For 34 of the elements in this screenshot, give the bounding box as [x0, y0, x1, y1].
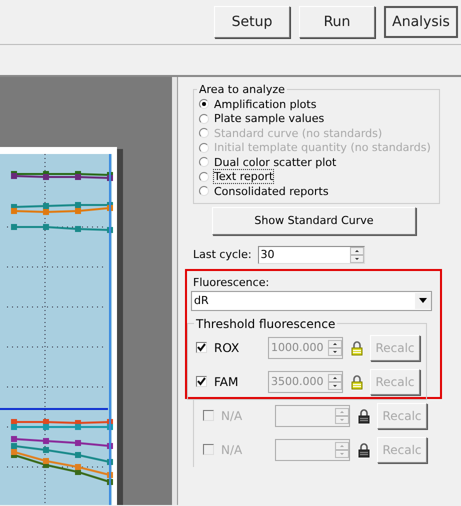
checkbox[interactable]: [196, 376, 207, 387]
threshold-value-field[interactable]: [275, 404, 350, 426]
show-standard-curve-button[interactable]: Show Standard Curve: [212, 206, 416, 234]
radio-button[interactable]: [199, 114, 209, 124]
radio-label[interactable]: Plate sample values: [214, 112, 324, 126]
group-title: Threshold fluorescence: [195, 316, 336, 330]
radio-label[interactable]: Text report: [214, 170, 274, 184]
threshold-value-field[interactable]: [275, 438, 350, 460]
checkbox[interactable]: [196, 342, 207, 353]
fluorescence-dropdown[interactable]: dR: [191, 290, 432, 310]
group-title: Area to analyze: [198, 83, 286, 96]
padlock-icon[interactable]: [358, 408, 370, 424]
toolbar-button[interactable]: Setup: [214, 6, 290, 38]
spin-arrows-icon[interactable]: [328, 374, 342, 390]
radio-button[interactable]: [199, 172, 209, 182]
dye-label: FAM: [214, 374, 240, 388]
dye-label: ROX: [214, 340, 240, 354]
radio-label[interactable]: Amplification plots: [214, 98, 316, 111]
dye-label: N/A: [221, 408, 244, 422]
radio-label[interactable]: Dual color scatter plot: [214, 156, 336, 169]
toolbar-button[interactable]: Analysis: [384, 6, 458, 38]
spin-arrows-icon[interactable]: [328, 340, 342, 356]
last-cycle-field[interactable]: 30: [258, 246, 365, 264]
dye-label: N/A: [221, 442, 244, 456]
toolbar-button[interactable]: Run: [299, 6, 375, 38]
spin-arrows-icon[interactable]: [350, 246, 364, 262]
padlock-icon[interactable]: [358, 442, 370, 458]
last-cycle-label: Last cycle:: [193, 248, 252, 261]
fluorescence-label: Fluorescence:: [193, 276, 270, 288]
radio-label[interactable]: Consolidated reports: [214, 184, 329, 198]
radio-button[interactable]: [199, 99, 209, 110]
dropdown-arrow-icon[interactable]: [419, 298, 427, 303]
radio-button[interactable]: [199, 157, 209, 168]
radio-button[interactable]: [199, 186, 209, 196]
